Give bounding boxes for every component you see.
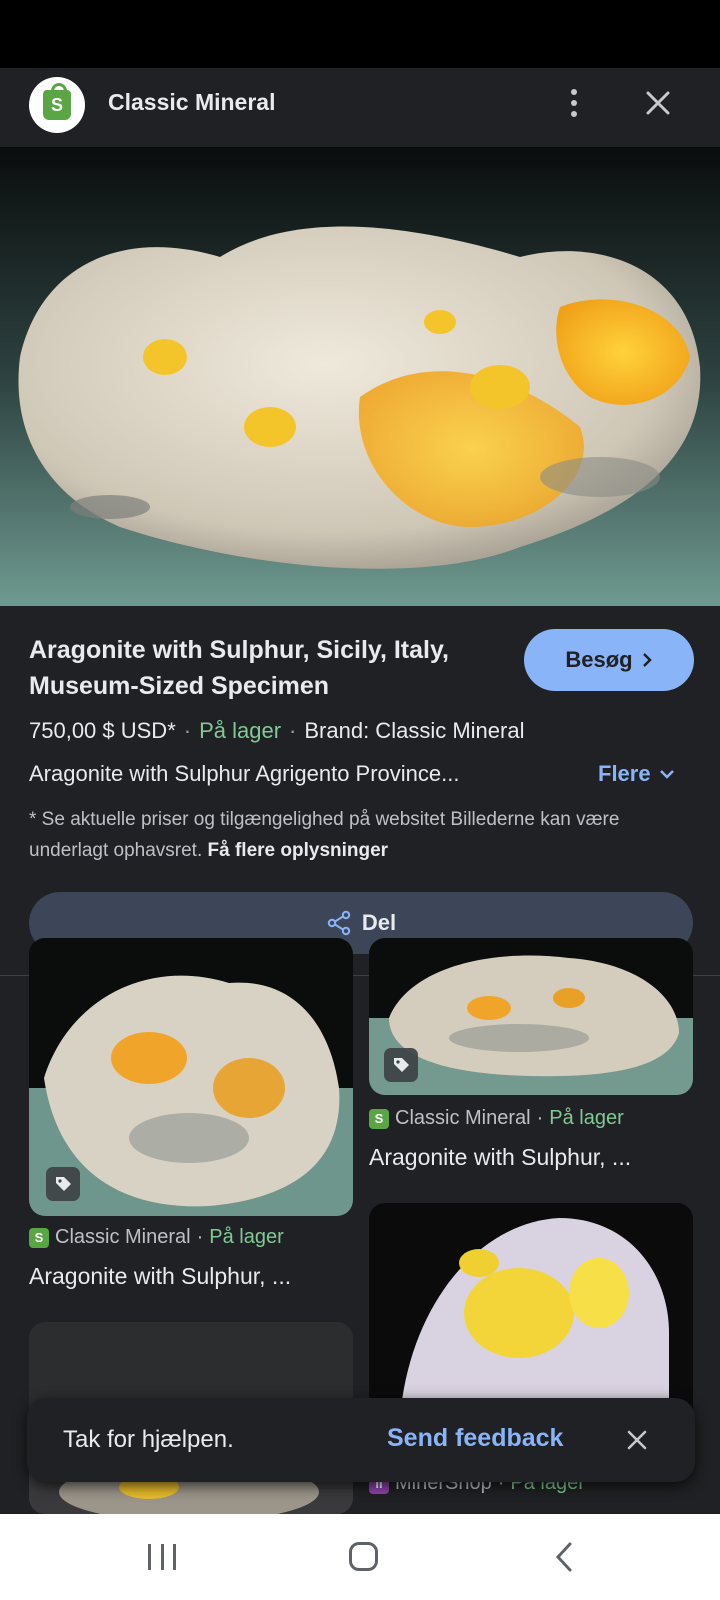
brand: Brand: Classic Mineral (304, 718, 525, 743)
close-icon[interactable] (625, 1428, 649, 1452)
recent-apps-icon[interactable] (148, 1544, 176, 1570)
status-bar (0, 0, 720, 68)
share-label: Del (361, 910, 397, 935)
shopping-tag-icon (384, 1048, 418, 1082)
shopify-favicon-icon: S (29, 1227, 49, 1248)
related-source: S Classic Mineral · På lager (29, 1226, 284, 1249)
more-info-link[interactable]: Få flere oplysninger (208, 840, 389, 861)
visit-button[interactable]: Besøg (524, 629, 694, 691)
snackbar-message: Tak for hjælpen. (63, 1426, 234, 1453)
disclaimer: * Se aktuelle priser og tilgængelighed p… (29, 809, 620, 861)
price-line: 750,00 $ USD* · På lager · Brand: Classic Mi… (29, 718, 525, 743)
site-logo[interactable]: S (29, 77, 85, 133)
system-nav-bar (0, 1514, 720, 1600)
related-source: S Classic Mineral · På lager (369, 1107, 624, 1130)
more-label: Flere (598, 761, 651, 786)
shopify-bag-icon: S (43, 83, 71, 120)
more-vert-icon[interactable] (559, 87, 589, 119)
related-title: Aragonite with Sulphur, ... (29, 1263, 292, 1289)
availability: På lager (199, 718, 282, 743)
shopify-favicon-icon: S (369, 1108, 389, 1129)
product-image[interactable] (0, 147, 720, 606)
product-description: Aragonite with Sulphur Agrigento Provinc… (29, 761, 460, 786)
chevron-down-icon (659, 770, 674, 779)
product-sheet: S Classic Mineral Aragonite with Sulphur… (0, 68, 720, 1514)
back-icon[interactable] (553, 1541, 575, 1573)
price: 750,00 $ USD* (29, 718, 176, 743)
home-icon[interactable] (349, 1542, 378, 1571)
site-title[interactable]: Classic Mineral (108, 89, 275, 116)
close-icon[interactable] (643, 88, 673, 118)
chevron-right-icon (642, 653, 652, 667)
more-button[interactable]: Flere (598, 761, 675, 787)
feedback-snackbar: Tak for hjælpen. Send feedback (27, 1398, 695, 1482)
product-title: Aragonite with Sulphur, Sicily, Italy, M… (29, 636, 449, 700)
send-feedback-button[interactable]: Send feedback (387, 1424, 563, 1453)
related-title: Aragonite with Sulphur, ... (369, 1144, 632, 1170)
sheet-header: S Classic Mineral (0, 68, 720, 148)
shopping-tag-icon (46, 1167, 80, 1201)
visit-label: Besøg (565, 647, 633, 672)
share-icon (327, 910, 351, 936)
